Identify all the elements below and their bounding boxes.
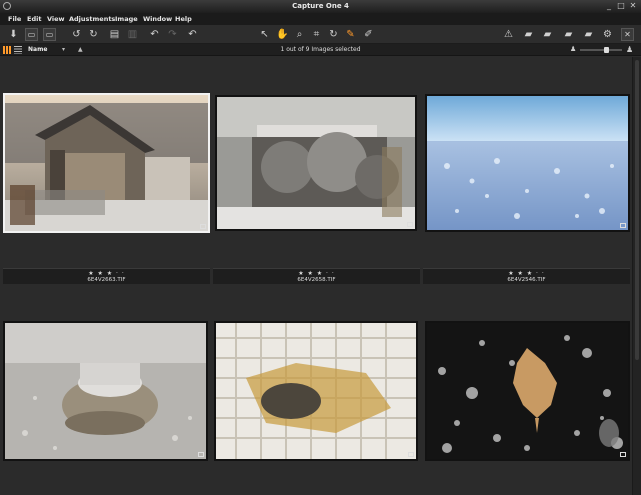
picker-icon[interactable]: ✎ bbox=[344, 28, 357, 41]
thumbnail-image[interactable] bbox=[425, 94, 630, 232]
menu-window[interactable]: Window bbox=[143, 15, 172, 23]
menu-file[interactable]: File bbox=[8, 15, 21, 23]
print-icon[interactable]: ▰ bbox=[562, 28, 575, 41]
thumbnail-info: ★ ★ ★ · · 6E4V2663.TIF bbox=[3, 268, 210, 284]
minimize-button[interactable]: _ bbox=[604, 1, 614, 10]
thumbnail-info: ★ ★ ★ · · 6E4V2658.TIF bbox=[213, 268, 420, 284]
badge-icon bbox=[408, 452, 414, 457]
badge-icon bbox=[620, 452, 626, 457]
trash-icon[interactable]: ▥ bbox=[126, 28, 139, 41]
move-icon[interactable]: ▤ bbox=[108, 28, 121, 41]
menu-help[interactable]: Help bbox=[175, 15, 192, 23]
thumbnail-image[interactable] bbox=[215, 95, 417, 231]
image-browser: ★ ★ ★ · · 6E4V2663.TIF ★ ★ ★ · · 6E4V265… bbox=[0, 57, 632, 495]
menu-bar: File Edit View Adjustments Image Window … bbox=[0, 13, 641, 25]
warning-icon[interactable]: ⚠ bbox=[502, 28, 515, 41]
thumbnail-image[interactable] bbox=[214, 321, 418, 461]
thumbnail-filename: 6E4V2658.TIF bbox=[297, 277, 336, 283]
menu-view[interactable]: View bbox=[47, 15, 65, 23]
redo-icon[interactable]: ↷ bbox=[166, 28, 179, 41]
maximize-button[interactable]: □ bbox=[616, 1, 626, 10]
badge-icon bbox=[200, 224, 206, 229]
slider-knob[interactable] bbox=[604, 47, 609, 53]
crop-icon[interactable]: ⌗ bbox=[310, 28, 323, 41]
rating-stars[interactable]: ★ ★ ★ · · bbox=[3, 270, 210, 277]
rating-stars[interactable]: ★ ★ ★ · · bbox=[213, 270, 420, 277]
undo-icon[interactable]: ↶ bbox=[148, 28, 161, 41]
browser-scrollbar[interactable] bbox=[632, 57, 641, 495]
rotate-right-icon[interactable]: ↻ bbox=[87, 28, 100, 41]
export-icon[interactable]: ▰ bbox=[582, 28, 595, 41]
thumbnail-info: ★ ★ ★ · · 6E4V2546.TIF bbox=[423, 268, 630, 284]
badge-icon bbox=[198, 452, 204, 457]
thumbnail-image[interactable] bbox=[3, 93, 210, 233]
toolbar: ⬇ ▭ ▭ ↺ ↻ ▤ ▥ ↶ ↷ ↶ ↖ ✋ ⌕ ⌗ ↻ ✎ ✐ ⚠ ▰ ▰ … bbox=[0, 25, 641, 44]
pointer-icon[interactable]: ↖ bbox=[258, 28, 271, 41]
scrollbar-thumb[interactable] bbox=[635, 60, 639, 360]
badge-icon bbox=[407, 222, 413, 227]
rating-stars[interactable]: ★ ★ ★ · · bbox=[423, 270, 630, 277]
thumbnail-image[interactable] bbox=[3, 321, 208, 461]
window-title: Capture One 4 bbox=[292, 2, 349, 10]
thumbnail-size-slider[interactable] bbox=[580, 47, 622, 53]
folder-icon[interactable]: ▰ bbox=[522, 28, 535, 41]
title-bar: Capture One 4 _ □ ✕ bbox=[0, 0, 641, 13]
thumbnail-filename: 6E4V2546.TIF bbox=[507, 277, 546, 283]
thumbnail-filename: 6E4V2663.TIF bbox=[87, 277, 126, 283]
browser-view-bar: Name ▾ ▲ 1 out of 9 Images selected ♟ ♟ bbox=[0, 44, 641, 56]
import-icon[interactable]: ⬇ bbox=[7, 28, 20, 41]
menu-edit[interactable]: Edit bbox=[27, 15, 41, 23]
folder-icon[interactable]: ▰ bbox=[541, 28, 554, 41]
color-icon[interactable]: ✐ bbox=[362, 28, 375, 41]
rotate-icon[interactable]: ↻ bbox=[327, 28, 340, 41]
close-button[interactable]: ✕ bbox=[628, 1, 638, 10]
person-small-icon: ♟ bbox=[570, 45, 577, 53]
history-icon[interactable]: ↶ bbox=[186, 28, 199, 41]
badge-icon bbox=[620, 223, 626, 228]
rotate-left-icon[interactable]: ↺ bbox=[70, 28, 83, 41]
compare-icon[interactable]: ▭ bbox=[25, 28, 38, 41]
menu-image[interactable]: Image bbox=[115, 15, 138, 23]
close-icon[interactable]: ✕ bbox=[621, 28, 634, 41]
zoom-icon[interactable]: ⌕ bbox=[293, 28, 306, 41]
person-large-icon: ♟ bbox=[626, 45, 634, 54]
menu-adjustments[interactable]: Adjustments bbox=[69, 15, 115, 23]
thumbnail-image[interactable] bbox=[425, 321, 630, 461]
settings-icon[interactable]: ⚙ bbox=[601, 28, 614, 41]
compare-icon[interactable]: ▭ bbox=[43, 28, 56, 41]
pan-icon[interactable]: ✋ bbox=[276, 28, 289, 41]
selection-status: 1 out of 9 Images selected bbox=[280, 46, 361, 53]
